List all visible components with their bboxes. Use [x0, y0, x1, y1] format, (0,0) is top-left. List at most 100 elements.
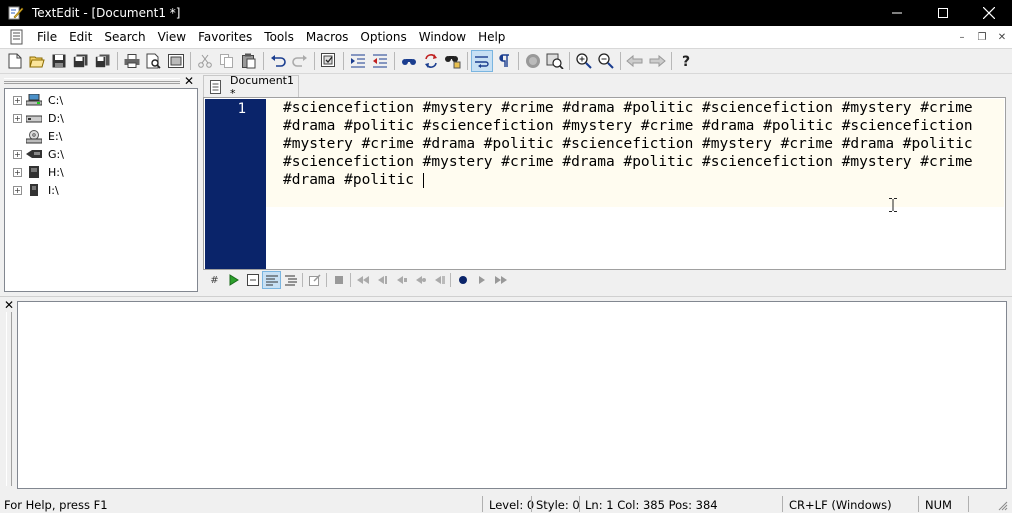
expand-icon[interactable]: +: [13, 185, 22, 195]
record-icon[interactable]: [453, 271, 472, 289]
ibeam-cursor-icon: [889, 198, 897, 212]
cut-icon[interactable]: [194, 50, 216, 72]
forward-icon[interactable]: [646, 50, 668, 72]
rewind-icon[interactable]: [353, 271, 372, 289]
copy-icon[interactable]: [216, 50, 238, 72]
editor-content[interactable]: #sciencefiction #mystery #crime #drama #…: [283, 99, 993, 189]
toolbar-separator: [302, 273, 303, 287]
color-icon[interactable]: [522, 50, 544, 72]
document-tab-bar: Document1 *: [203, 74, 1009, 100]
status-separator: [782, 496, 783, 512]
stop-icon[interactable]: [329, 271, 348, 289]
find-in-files-icon[interactable]: [318, 50, 340, 72]
help-icon[interactable]: ?: [675, 50, 697, 72]
mdi-restore-button[interactable]: ❐: [974, 30, 990, 44]
zoom-out-icon[interactable]: [595, 50, 617, 72]
back-icon[interactable]: [624, 50, 646, 72]
run-icon[interactable]: [224, 271, 243, 289]
outdent-icon[interactable]: [369, 50, 391, 72]
tree-item-label: D:\: [48, 111, 64, 125]
menu-edit[interactable]: Edit: [63, 26, 98, 48]
zoom-in-icon[interactable]: [573, 50, 595, 72]
line-numbers-icon[interactable]: #: [205, 271, 224, 289]
document-menu-icon[interactable]: [9, 29, 25, 45]
step-into-icon[interactable]: [410, 271, 429, 289]
textedit-window: TextEdit - [Document1 *] File Edit Searc…: [0, 0, 1012, 513]
window-title: TextEdit - [Document1 *]: [32, 6, 181, 20]
app-icon[interactable]: [8, 5, 24, 21]
save-all-icon[interactable]: [70, 50, 92, 72]
block-icon[interactable]: [243, 271, 262, 289]
tree-item-label: E:\: [48, 129, 63, 143]
play-icon[interactable]: [472, 271, 491, 289]
menu-tools[interactable]: Tools: [258, 26, 300, 48]
find-in-browser-icon[interactable]: [544, 50, 566, 72]
step-out-icon[interactable]: [429, 271, 448, 289]
save-icon[interactable]: [48, 50, 70, 72]
output-close-button[interactable]: ✕: [4, 298, 14, 312]
expand-icon[interactable]: +: [13, 167, 22, 177]
toolbar-separator: [117, 52, 118, 70]
output-pane[interactable]: [17, 301, 1007, 489]
line-number-gutter[interactable]: 1: [205, 99, 266, 269]
tree-item-d[interactable]: + D:\: [13, 110, 64, 126]
edit-icon[interactable]: [305, 271, 324, 289]
close-button[interactable]: [966, 0, 1012, 26]
expand-icon[interactable]: +: [13, 95, 22, 105]
menu-help[interactable]: Help: [472, 26, 511, 48]
page-setup-icon[interactable]: [165, 50, 187, 72]
print-icon[interactable]: [121, 50, 143, 72]
fast-forward-icon[interactable]: [491, 271, 510, 289]
minimize-button[interactable]: [874, 0, 920, 26]
status-separator: [968, 496, 969, 512]
wrap-icon[interactable]: [262, 271, 281, 289]
menu-favorites[interactable]: Favorites: [192, 26, 258, 48]
maximize-button[interactable]: [920, 0, 966, 26]
print-preview-icon[interactable]: [143, 50, 165, 72]
replace-icon[interactable]: [420, 50, 442, 72]
toolbar-separator: [518, 52, 519, 70]
menu-view[interactable]: View: [152, 26, 192, 48]
menu-macros[interactable]: Macros: [300, 26, 355, 48]
word-wrap-icon[interactable]: [471, 50, 493, 72]
text-editor[interactable]: 1 #sciencefiction #mystery #crime #drama…: [203, 97, 1006, 270]
show-paragraph-icon[interactable]: [493, 50, 515, 72]
toolbar-separator: [671, 52, 672, 70]
tree-item-g[interactable]: + G:\: [13, 146, 64, 162]
status-separator: [482, 496, 483, 512]
tree-item-i[interactable]: + I:\: [13, 182, 59, 198]
output-pane-grip[interactable]: [6, 312, 12, 486]
redo-icon[interactable]: [289, 50, 311, 72]
mdi-close-button[interactable]: ✕: [994, 30, 1010, 44]
find-icon[interactable]: [398, 50, 420, 72]
step-back-icon[interactable]: [372, 271, 391, 289]
find-next-icon[interactable]: [442, 50, 464, 72]
toolbar-separator: [190, 52, 191, 70]
tree-item-e[interactable]: E:\: [13, 128, 62, 144]
tree-close-button[interactable]: ✕: [184, 74, 194, 88]
open-icon[interactable]: [26, 50, 48, 72]
expand-icon[interactable]: +: [13, 113, 22, 123]
menu-window[interactable]: Window: [413, 26, 472, 48]
new-icon[interactable]: [4, 50, 26, 72]
mdi-minimize-button[interactable]: –: [954, 30, 970, 44]
step-icon[interactable]: [391, 271, 410, 289]
main-toolbar: ?: [0, 48, 1012, 74]
resize-grip-icon[interactable]: [998, 500, 1008, 513]
outline-icon[interactable]: [281, 271, 300, 289]
indent-icon[interactable]: [347, 50, 369, 72]
paste-icon[interactable]: [238, 50, 260, 72]
menu-file[interactable]: File: [31, 26, 63, 48]
network-drive-icon: [25, 93, 43, 106]
close-all-icon[interactable]: [92, 50, 114, 72]
tree-item-h[interactable]: + H:\: [13, 164, 64, 180]
menu-options[interactable]: Options: [354, 26, 412, 48]
tree-item-c[interactable]: + C:\: [13, 92, 63, 108]
expand-icon[interactable]: +: [13, 149, 22, 159]
menu-search[interactable]: Search: [98, 26, 151, 48]
status-separator: [918, 496, 919, 512]
title-bar[interactable]: TextEdit - [Document1 *]: [0, 0, 1012, 26]
tab-document1[interactable]: Document1 *: [203, 74, 299, 100]
disk-drive-icon: [26, 166, 42, 178]
undo-icon[interactable]: [267, 50, 289, 72]
